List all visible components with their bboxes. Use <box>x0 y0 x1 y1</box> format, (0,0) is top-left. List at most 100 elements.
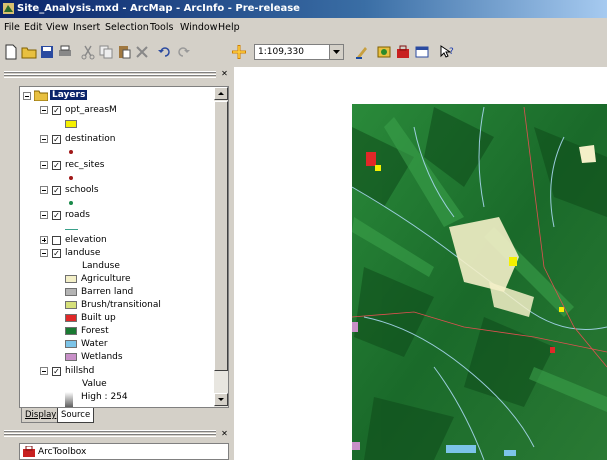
scroll-thumb[interactable] <box>214 101 228 371</box>
legend-swatch <box>65 340 77 348</box>
collapse-icon[interactable] <box>40 106 48 114</box>
arctoolbox-label[interactable]: ArcToolbox <box>38 447 86 457</box>
paste-icon[interactable] <box>116 44 132 60</box>
arctoolbox-panel: ArcToolbox <box>19 443 229 460</box>
tab-display[interactable]: Display <box>21 408 61 423</box>
toc-scrollbar[interactable] <box>214 87 228 407</box>
legend-class-label: Barren land <box>81 287 134 297</box>
print-icon[interactable] <box>57 44 73 60</box>
copy-icon[interactable] <box>98 44 114 60</box>
menu-help[interactable]: Help <box>218 22 240 33</box>
layer-rec-sites[interactable]: rec_sites <box>65 160 104 170</box>
svg-text:?: ? <box>449 47 454 57</box>
legend-class-label: Forest <box>81 326 109 336</box>
standard-toolbar: 1:109,330 ? <box>0 37 607 68</box>
whats-this-icon[interactable]: ? <box>439 44 455 60</box>
arrow-up-icon <box>218 92 224 95</box>
redo-icon[interactable] <box>175 44 191 60</box>
menu-view[interactable]: View <box>46 22 69 33</box>
collapse-icon[interactable] <box>40 367 48 375</box>
legend-swatch <box>65 288 77 296</box>
menu-bar: File Edit View Insert Selection Tools Wi… <box>0 18 607 37</box>
point-symbol <box>69 201 73 205</box>
line-symbol <box>65 229 78 230</box>
legend-swatch <box>65 353 77 361</box>
layer-hillshd[interactable]: hillshd <box>65 366 94 376</box>
collapse-icon[interactable] <box>23 92 31 100</box>
save-icon[interactable] <box>39 44 55 60</box>
toc-grip-bar[interactable] <box>4 71 216 78</box>
legend-swatch <box>65 301 77 309</box>
toc-tree: Layers ✓ opt_areasM ✓ destination ✓ rec_… <box>19 86 229 408</box>
layer-destination[interactable]: destination <box>65 134 115 144</box>
toc-tabs: Display Source <box>19 408 229 425</box>
menu-window[interactable]: Window <box>180 22 217 33</box>
toolbox-icon <box>23 446 35 457</box>
legend-field-name: Landuse <box>82 261 120 271</box>
collapse-icon[interactable] <box>40 186 48 194</box>
add-data-icon[interactable] <box>231 44 247 60</box>
layer-checkbox[interactable]: ✓ <box>52 161 61 170</box>
layers-folder-icon <box>34 90 48 101</box>
map-display[interactable] <box>234 67 607 461</box>
arctoolbox-icon[interactable] <box>395 44 411 60</box>
undo-icon[interactable] <box>157 44 173 60</box>
legend-high-value: High : 254 <box>81 392 128 402</box>
layer-checkbox[interactable]: ✓ <box>52 211 61 220</box>
title-bar: Site_Analysis.mxd - ArcMap - ArcInfo - P… <box>0 0 607 18</box>
menu-insert[interactable]: Insert <box>73 22 100 33</box>
expand-icon[interactable] <box>40 236 48 244</box>
map-scale-value: 1:109,330 <box>258 47 304 57</box>
layer-checkbox[interactable]: ✓ <box>52 249 61 258</box>
layer-checkbox[interactable]: ✓ <box>52 186 61 195</box>
layer-checkbox[interactable]: ✓ <box>52 367 61 376</box>
window-title: Site_Analysis.mxd - ArcMap - ArcInfo - P… <box>17 3 300 14</box>
scroll-up-button[interactable] <box>214 87 228 100</box>
legend-swatch <box>65 120 77 128</box>
map-scale-combo[interactable]: 1:109,330 <box>254 44 344 60</box>
scroll-down-button[interactable] <box>214 393 228 406</box>
collapse-icon[interactable] <box>40 211 48 219</box>
layer-checkbox[interactable]: ✓ <box>52 106 61 115</box>
layer-opt-areasM[interactable]: opt_areasM <box>65 105 117 115</box>
point-symbol <box>69 176 73 180</box>
arctoolbox-grip-bar[interactable] <box>4 430 216 437</box>
legend-class-label: Wetlands <box>81 352 123 362</box>
legend-class-label: Brush/transitional <box>81 300 161 310</box>
legend-class-label: Agriculture <box>81 274 131 284</box>
map-canvas[interactable] <box>234 67 607 461</box>
toc-root-label[interactable]: Layers <box>50 90 88 100</box>
arrow-down-icon <box>218 398 224 401</box>
layer-landuse[interactable]: landuse <box>65 248 100 258</box>
collapse-icon[interactable] <box>40 249 48 257</box>
arccatalog-icon[interactable] <box>376 44 392 60</box>
menu-tools[interactable]: Tools <box>150 22 173 33</box>
legend-class-label: Water <box>81 339 108 349</box>
open-icon[interactable] <box>21 44 37 60</box>
collapse-icon[interactable] <box>40 135 48 143</box>
chevron-down-icon[interactable] <box>329 45 343 59</box>
legend-swatch <box>65 327 77 335</box>
layer-checkbox[interactable] <box>52 236 61 245</box>
menu-file[interactable]: File <box>4 22 20 33</box>
menu-selection[interactable]: Selection <box>105 22 149 33</box>
collapse-icon[interactable] <box>40 161 48 169</box>
point-symbol <box>69 150 73 154</box>
command-line-icon[interactable] <box>414 44 430 60</box>
legend-class-label: Built up <box>81 313 116 323</box>
arcmap-icon <box>3 3 14 14</box>
tab-source[interactable]: Source <box>57 408 95 423</box>
new-icon[interactable] <box>3 44 19 60</box>
legend-swatch <box>65 314 77 322</box>
delete-icon[interactable] <box>134 44 150 60</box>
editor-icon[interactable] <box>354 44 370 60</box>
layer-roads[interactable]: roads <box>65 210 90 220</box>
menu-edit[interactable]: Edit <box>24 22 42 33</box>
layer-checkbox[interactable]: ✓ <box>52 135 61 144</box>
close-icon[interactable]: ✕ <box>219 69 230 79</box>
cut-icon[interactable] <box>80 44 96 60</box>
layer-schools[interactable]: schools <box>65 185 99 195</box>
layer-elevation[interactable]: elevation <box>65 235 107 245</box>
hillshade-ramp <box>65 392 73 407</box>
close-icon[interactable]: ✕ <box>219 429 230 439</box>
